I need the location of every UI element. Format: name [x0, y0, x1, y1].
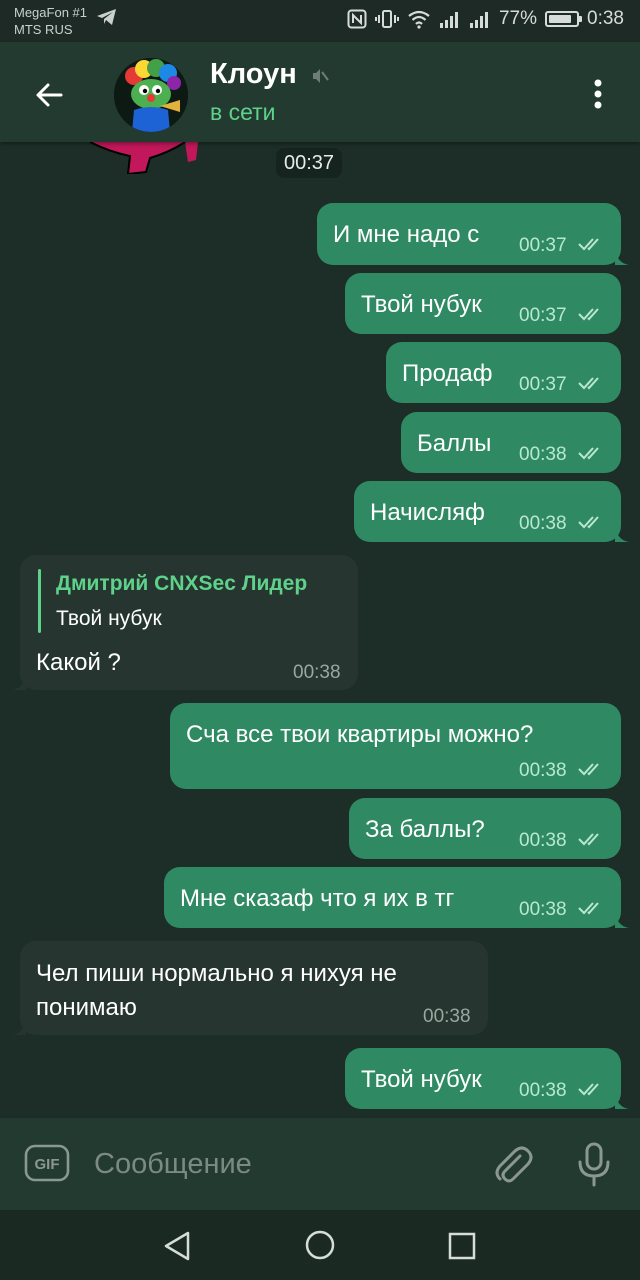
bubble-tail	[615, 912, 629, 928]
message-text: И мне надо с	[333, 221, 480, 248]
message-text: Мне сказаф что я их в тг	[180, 885, 455, 912]
more-vert-icon	[594, 79, 602, 109]
bubble-tail	[615, 249, 629, 265]
double-check-icon	[578, 377, 599, 390]
message-text-line-1: Чел пиши нормально я нихуя не	[36, 960, 397, 987]
status-bar: MegaFon #1 MTS RUS 77% 0:38	[0, 0, 640, 42]
message-bubble-incoming[interactable]: Чел пиши нормально я нихуя не понимаю 00…	[12, 941, 488, 1035]
message-time: 00:38	[519, 899, 567, 920]
gif-label: GIF	[35, 1156, 60, 1173]
nav-home-icon[interactable]	[302, 1227, 338, 1263]
message-bubble-outgoing[interactable]: Твой нубук 00:38	[345, 1048, 629, 1109]
gif-icon[interactable]: GIF	[24, 1144, 70, 1182]
battery-percent: 77%	[498, 8, 538, 29]
message-bubble-incoming[interactable]: Дмитрий CNXSec Лидер Твой нубук Какой ? …	[12, 555, 358, 690]
double-check-icon	[578, 1083, 599, 1096]
message-bubble-outgoing[interactable]: За баллы? 00:38	[349, 798, 621, 859]
status-icons: 77% 0:38	[347, 8, 624, 30]
message-text: Какой ?	[36, 649, 121, 676]
double-check-icon	[578, 447, 599, 460]
reply-quote[interactable]: Твой нубук	[56, 607, 162, 631]
message-bubble-outgoing[interactable]: Продаф 00:37	[386, 342, 621, 403]
message-text-line-2: понимаю	[36, 994, 137, 1021]
chat-header: Клоун в сети	[0, 42, 640, 142]
reply-author[interactable]: Дмитрий CNXSec Лидер	[56, 572, 307, 596]
telegram-icon	[97, 9, 116, 25]
message-time: 00:37	[519, 235, 567, 256]
message-bubble-outgoing[interactable]: Сча все твои квартиры можно? 00:38	[170, 703, 621, 789]
reply-bar	[38, 569, 41, 633]
clown-pepe-avatar-icon	[114, 58, 188, 132]
message-input-bar: GIF	[0, 1118, 640, 1210]
message-time: 00:38	[519, 1080, 567, 1101]
vibrate-icon	[374, 10, 399, 28]
carrier-info: MegaFon #1 MTS RUS	[14, 4, 87, 38]
paperclip-icon[interactable]	[490, 1142, 534, 1186]
bubble-tail	[615, 1093, 629, 1109]
online-status: в сети	[210, 99, 276, 125]
signal-1-icon	[439, 12, 458, 28]
double-check-icon	[578, 516, 599, 529]
double-check-icon	[578, 902, 599, 915]
bubble-tail	[12, 1019, 26, 1035]
nav-recent-icon[interactable]	[444, 1228, 480, 1264]
clock: 0:38	[587, 8, 624, 29]
message-time: 00:37	[519, 305, 567, 326]
bubble-tail	[12, 674, 26, 690]
date-chip: 00:37	[276, 148, 343, 178]
bubble-tail	[615, 526, 629, 542]
message-bubble-outgoing[interactable]: Баллы 00:38	[401, 412, 621, 473]
message-time: 00:38	[519, 760, 567, 781]
message-time: 00:38	[519, 830, 567, 851]
double-check-icon	[578, 308, 599, 321]
sticker-remnant	[90, 142, 198, 174]
double-check-icon	[578, 238, 599, 251]
microphone-icon[interactable]	[574, 1140, 614, 1188]
message-text: Твой нубук	[361, 1066, 482, 1093]
message-list[interactable]: 00:37 И мне надо с 00:37 Твой нубук 00:3…	[0, 142, 640, 1118]
message-text: За баллы?	[365, 816, 485, 843]
message-input[interactable]	[92, 1140, 476, 1188]
message-time: 00:37	[519, 374, 567, 395]
double-check-icon	[578, 833, 599, 846]
nfc-icon	[347, 9, 367, 29]
wifi-icon	[408, 10, 430, 29]
message-time: 00:38	[423, 1006, 471, 1027]
battery-icon	[545, 11, 583, 27]
signal-2-icon	[469, 12, 488, 28]
message-text: Баллы	[417, 430, 492, 457]
message-text: Продаф	[402, 360, 493, 387]
double-check-icon	[578, 763, 599, 776]
message-time: 00:38	[519, 444, 567, 465]
avatar[interactable]	[114, 58, 188, 132]
message-bubble-outgoing[interactable]: И мне надо с 00:37	[317, 203, 629, 265]
nav-back-icon[interactable]	[160, 1228, 196, 1264]
message-text: Начисляф	[370, 499, 485, 526]
message-text: Твой нубук	[361, 291, 482, 318]
chat-title[interactable]: Клоун	[210, 58, 297, 91]
message-time: 00:38	[519, 513, 567, 534]
message-time: 00:38	[293, 662, 341, 683]
carrier-1: MegaFon #1	[14, 5, 87, 20]
carrier-2: MTS RUS	[14, 22, 73, 37]
back-arrow-icon	[36, 83, 63, 107]
message-bubble-outgoing[interactable]: Мне сказаф что я их в тг 00:38	[164, 867, 629, 928]
system-nav-bar	[0, 1210, 640, 1280]
back-button[interactable]	[26, 72, 72, 118]
more-options-button[interactable]	[580, 74, 616, 114]
message-bubble-outgoing[interactable]: Твой нубук 00:37	[345, 273, 621, 334]
message-bubble-outgoing[interactable]: Начисляф 00:38	[354, 481, 629, 542]
message-text: Сча все твои квартиры можно?	[186, 721, 534, 748]
mute-icon	[313, 69, 329, 83]
